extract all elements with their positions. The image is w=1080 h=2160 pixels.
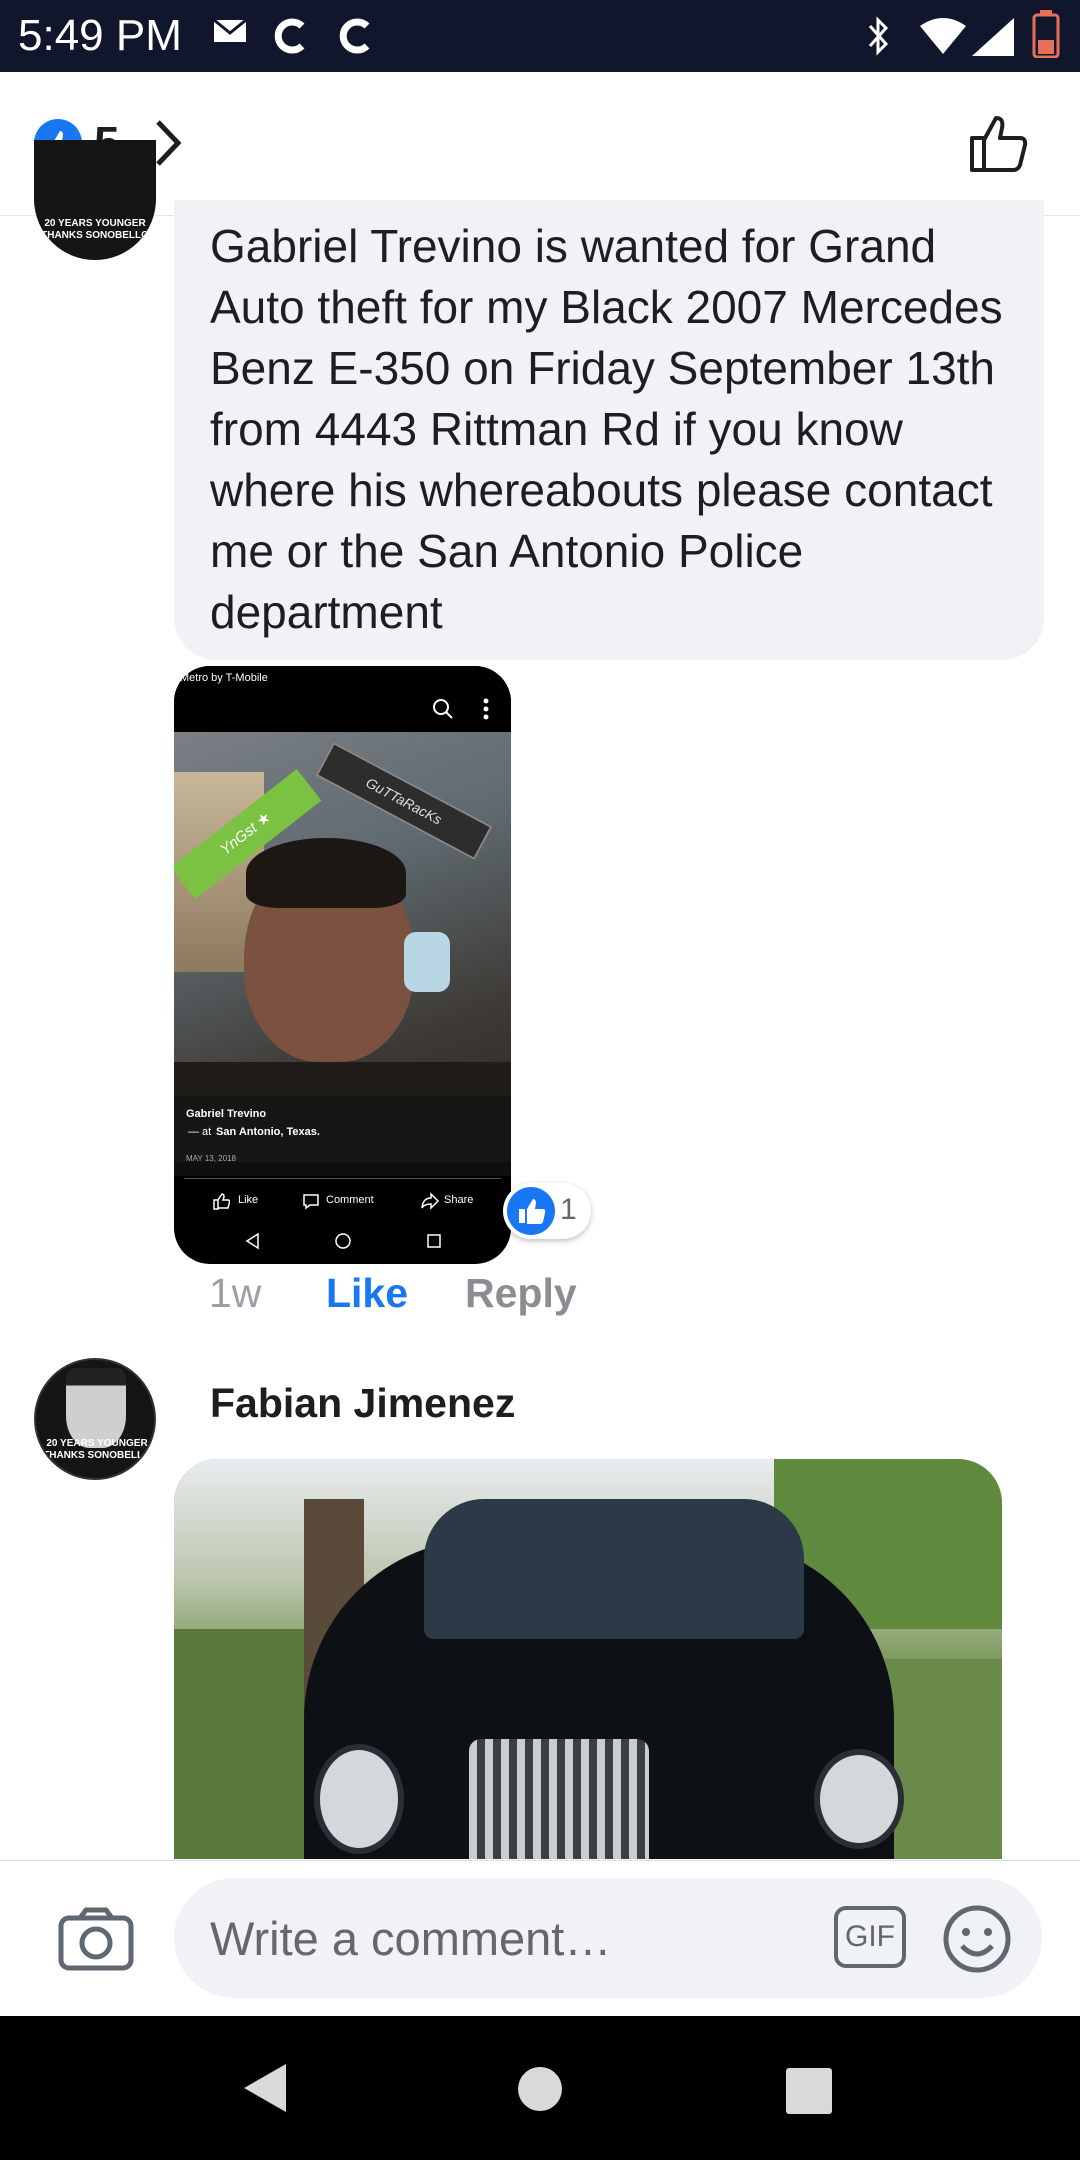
status-bar: 5:49 PM <box>0 0 1080 72</box>
attachment-search-icon <box>433 699 453 719</box>
signal-icon <box>972 18 1014 56</box>
attachment-date: MAY 13, 2018 <box>186 1154 236 1163</box>
recents-button-icon[interactable] <box>786 2068 832 2114</box>
bluetooth-icon <box>868 16 889 56</box>
attachment-comment-label: Comment <box>326 1194 374 1206</box>
attachment-recents-icon <box>427 1234 441 1248</box>
camera-icon[interactable] <box>58 1906 134 1972</box>
comment-like-button[interactable]: Like <box>326 1270 408 1317</box>
comment-time: 1w <box>209 1270 262 1316</box>
attachment-location: San Antonio, Texas. <box>216 1126 320 1138</box>
attachment-location-prefix: — at <box>188 1126 212 1138</box>
avatar-caption-line1: 20 YEARS YOUNGER <box>44 218 146 229</box>
comment-like-reaction-icon <box>507 1187 555 1235</box>
attachment-more-icon <box>483 698 489 720</box>
attachment-comment-icon <box>303 1194 319 1210</box>
thumbs-up-icon[interactable] <box>968 112 1030 174</box>
attachment-home-icon <box>335 1233 351 1249</box>
comment-photo[interactable] <box>174 1459 1002 1859</box>
attachment-carrier: Metro by T-Mobile <box>180 672 268 684</box>
comment-text: Gabriel Trevino is wanted for Grand Auto… <box>210 220 1003 638</box>
avatar-2-caption-line2: THANKS SONOBELLO <box>43 1450 151 1461</box>
commenter-avatar-2[interactable]: 20 YEARS YOUNGER THANKS SONOBELLO <box>34 1358 156 1480</box>
emoji-icon[interactable] <box>942 1904 1012 1974</box>
comment-input[interactable] <box>174 1878 1042 1998</box>
mail-icon <box>213 18 247 42</box>
comment-like-count: 1 <box>560 1193 577 1226</box>
attachment-like-label: Like <box>238 1194 259 1206</box>
status-time: 5:49 PM <box>18 11 182 60</box>
attachment-like-icon <box>213 1193 230 1210</box>
avatar-caption-line2: THANKS SONOBELLO <box>41 230 149 241</box>
comment-reaction-count[interactable]: 1 <box>503 1183 591 1239</box>
comment-image-attachment[interactable]: Metro by T-Mobile YnGst ★ GuTTaRacKs Gab… <box>174 666 511 1264</box>
system-nav-bar <box>0 2016 1080 2160</box>
commenter-avatar[interactable]: 20 YEARS YOUNGER THANKS SONOBELLO <box>34 140 156 260</box>
attachment-profile-name: Gabriel Trevino <box>186 1108 267 1120</box>
attachment-share-label: Share <box>444 1194 474 1206</box>
comment-reply-button[interactable]: Reply <box>465 1270 577 1317</box>
comment-bubble[interactable]: Gabriel Trevino is wanted for Grand Auto… <box>174 200 1044 660</box>
app-c-icon <box>274 18 305 54</box>
comment-author-name[interactable]: Fabian Jimenez <box>210 1380 515 1427</box>
battery-icon <box>1032 10 1060 58</box>
gif-label: GIF <box>845 1920 895 1953</box>
gif-button[interactable]: GIF <box>834 1906 906 1968</box>
app-c-icon-2 <box>339 18 370 54</box>
home-button-icon[interactable] <box>517 2066 563 2112</box>
back-button-icon[interactable] <box>242 2062 288 2114</box>
attachment-share-icon <box>421 1192 440 1210</box>
avatar-2-caption-line1: 20 YEARS YOUNGER <box>46 1438 148 1449</box>
wifi-icon <box>920 18 966 54</box>
attachment-back-icon <box>245 1232 259 1250</box>
